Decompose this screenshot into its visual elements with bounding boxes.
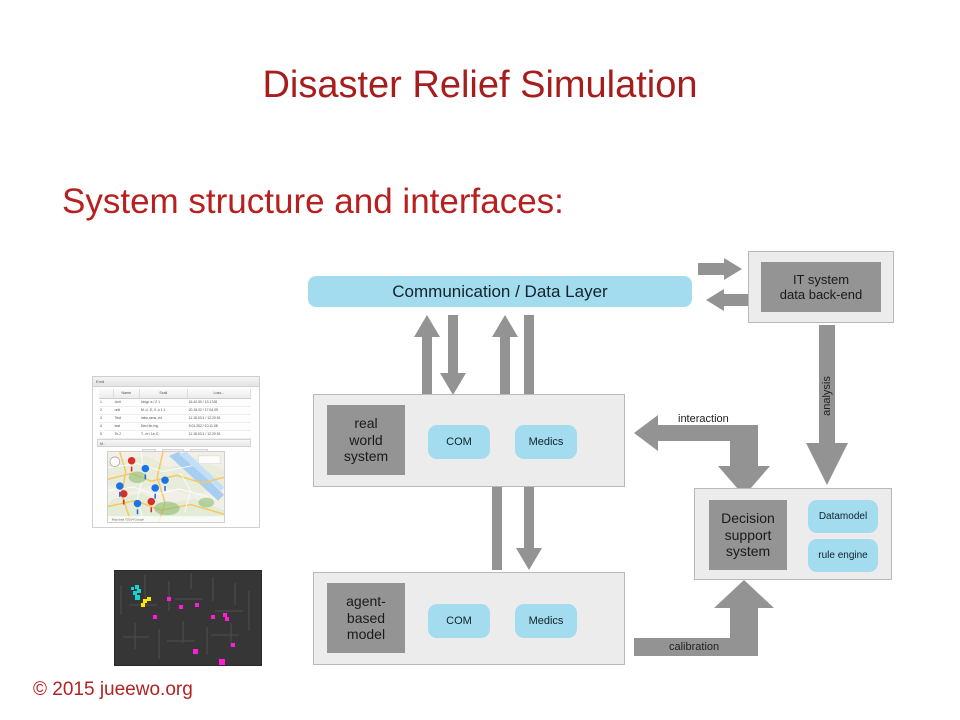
real-world-system-labels: real world system [344,415,388,465]
shaft-agentmodel-to-layer-lower [492,487,502,570]
decision-support-module-datamodel[interactable]: Datamodel [808,500,878,533]
decision-support-label-line2: support [724,526,772,543]
table-cell: Test [114,416,121,420]
calibration-arrow-label: calibration [669,641,720,653]
decision-support-system-labels: Decision support system [721,510,775,560]
table-row: 3 Test infoc,sens.,txt 11.18.03.1 / 12.2… [99,415,251,423]
interaction-arrow-label: interaction [678,413,729,425]
agent-based-model-box[interactable]: agent- based model [327,583,405,653]
real-world-system-label-line1: real [354,415,378,432]
arrow-up-agentmodel-to-layer [492,315,518,395]
real-world-system-label-line2: world [349,431,383,448]
agent-model-module-medics-label: Medics [528,615,564,627]
map-attribution: Map data ©2014 Google [112,518,144,522]
table-cell: infoc,sens.,txt [140,416,162,420]
table-cell: Unigi..e./ 2 1 [140,400,160,404]
app-window-titlebar: Emd [93,377,259,387]
real-world-module-com-label: COM [446,436,472,448]
copyright-notice: © 2015 jueewo.org [33,679,193,700]
table-cell: 20.18.02 / 17.04.05 [188,408,218,412]
arrow-down-layer-to-agentmodel [516,487,542,570]
map-thumbnail: Map data ©2014 Google [107,451,225,523]
table-column-header: Loss... [188,389,251,398]
table-row: 2 unit M..i.l..E, 0..n 1 1 20.18.02 / 17… [99,407,251,415]
agent-based-model-label-line3: model [346,626,386,643]
table-row: 5 Te.2 T.. m i 1e-C 11.18.03.1 / 12.20.9… [99,431,251,439]
table-cell: Devi tin.ing [140,424,158,428]
table-cell: M..i.l..E, 0..n 1 1 [140,408,166,412]
agent-based-model-labels: agent- based model [346,593,386,643]
decision-support-label-line1: Decision [721,510,775,527]
map-panel-titlebar: M.. [97,439,251,447]
real-world-system-box[interactable]: real world system [327,405,405,475]
app-window-title: Emd [96,379,105,384]
table-cell: 16.42.50 / 13.1748 [188,400,217,404]
table-cell: test [114,424,121,428]
table-cell: Unit [114,400,121,404]
it-system-label-line1: IT system [792,271,850,287]
it-system-box[interactable]: IT system data back-end [761,262,881,312]
real-world-module-medics-label: Medics [528,436,564,448]
table-cell: 3 [100,416,102,420]
slide-subtitle: System structure and interfaces: [62,182,564,221]
agent-based-model-label-line2: based [346,609,386,626]
real-world-module-com[interactable]: COM [428,425,490,459]
arrow-down-layer-to-realworld [440,315,466,395]
agent-model-module-com-label: COM [446,615,472,627]
table-cell: 9.01.202 / 10.11.08 [188,424,218,428]
decision-support-label-line3: system [725,543,771,560]
communication-data-layer-box[interactable]: Communication / Data Layer [308,276,692,307]
table-column-header [99,389,114,398]
table-row: 4 test Devi tin.ing 9.01.202 / 10.11.08 [99,423,251,431]
it-system-label-line2: data back-end [779,287,863,302]
table-row: 1 Unit Unigi..e./ 2 1 16.42.50 / 13.1748 [99,399,251,407]
thumbnail-application-window: Emd Name Scall Loss... 1 Unit Unigi..e./… [92,376,260,528]
table-column-header: Name [114,389,140,398]
table-header-row: Name Scall Loss... [99,389,251,399]
arrow-layer-to-it-system [698,258,750,311]
agent-model-module-com[interactable]: COM [428,604,490,638]
real-world-system-label-line3: system [343,448,389,465]
table-cell: 4 [100,424,102,428]
table-column-header: Scall [140,389,188,398]
decision-support-module-rule-engine-label: rule engine [818,550,868,561]
table-cell: 11.18.03.1 / 12.20.91 [188,432,221,436]
communication-data-layer-label: Communication / Data Layer [392,281,608,301]
agent-model-module-medics[interactable]: Medics [515,604,577,638]
page-title: Disaster Relief Simulation [262,64,698,106]
real-world-module-medics[interactable]: Medics [515,425,577,459]
analysis-arrow-label: analysis [821,376,833,416]
thumbnail-simulation-view [114,570,262,666]
table-cell: unit [114,408,121,412]
agent-based-model-label-line1: agent- [346,593,386,610]
simulation-canvas [115,571,261,665]
table-cell: 2 [100,408,102,412]
table-cell: 1 [100,400,102,404]
arrow-up-realworld-to-layer [414,315,440,395]
decision-support-module-datamodel-label: Datamodel [818,511,868,522]
table-cell: T.. m i 1e-C [140,432,159,436]
shaft-layer-to-agentmodel-upper [524,315,534,395]
table-cell: 5 [100,432,102,436]
table-cell: 11.18.03.1 / 12.20.91 [188,416,221,420]
it-system-labels: IT system data back-end [780,272,862,303]
table-cell: Te.2 [114,432,122,436]
decision-support-system-box[interactable]: Decision support system [709,500,787,570]
map-panel-title: M.. [100,442,105,446]
decision-support-module-rule-engine[interactable]: rule engine [808,539,878,572]
